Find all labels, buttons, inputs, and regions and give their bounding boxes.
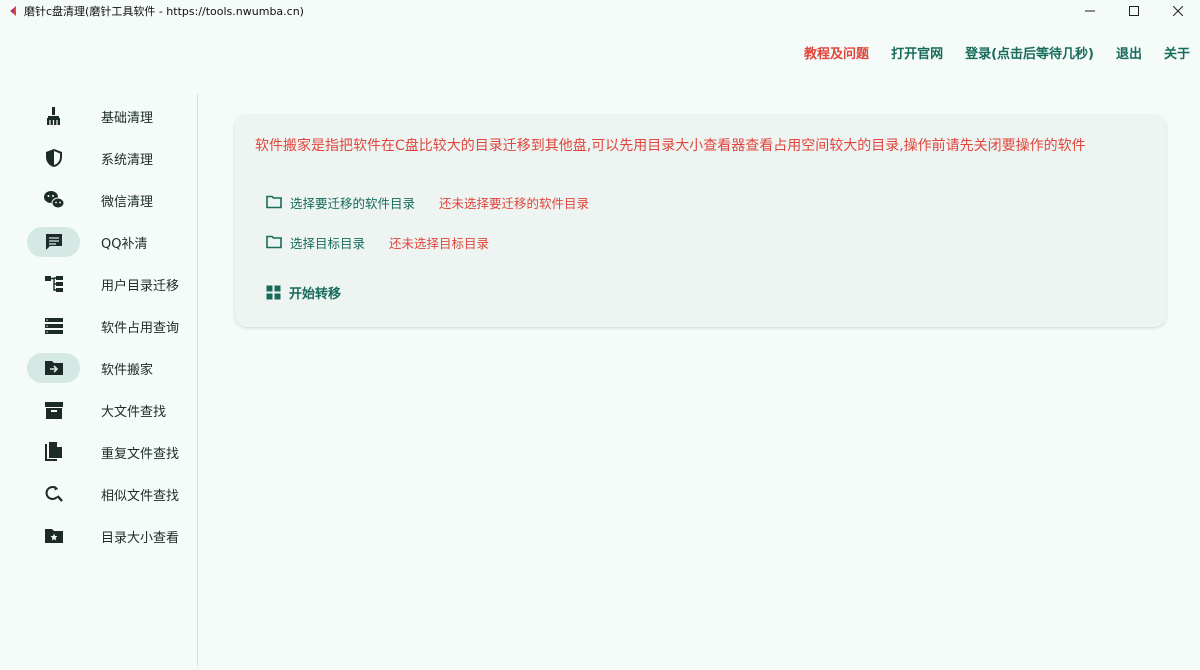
sidebar-item-label: 相似文件查找 [101,488,180,504]
minimize-icon [1085,10,1095,12]
sidebar-item-label: 软件搬家 [101,362,154,378]
target-dir-status: 还未选择目标目录 [389,235,490,251]
window-title: 磨针c盘清理(磨针工具软件 - https://tools.nwumba.cn) [24,5,304,18]
target-dir-row: 选择目标目录 还未选择目标目录 [266,230,489,254]
select-source-dir-label: 选择要迁移的软件目录 [290,195,416,211]
folder-move-icon [44,361,63,375]
sidebar-item-system-clean[interactable]: 系统清理 [0,142,197,174]
sidebar-item-large-file-find[interactable]: 大文件查找 [0,394,197,426]
sidebar-item-label: 软件占用查询 [101,320,180,336]
maximize-icon [1129,6,1139,16]
select-target-dir-button[interactable]: 选择目标目录 [266,233,365,252]
sidebar-item-wechat-clean[interactable]: 微信清理 [0,184,197,216]
select-target-dir-label: 选择目标目录 [290,235,366,251]
sidebar-item-similar-file-find[interactable]: 相似文件查找 [0,478,197,510]
nav-open-website-link[interactable]: 打开官网 [891,43,943,62]
app-logo-icon [4,2,22,20]
maximize-button[interactable] [1112,0,1156,22]
sidebar-item-user-dir-migrate[interactable]: 用户目录迁移 [0,268,197,300]
sidebar-item-dir-size-view[interactable]: 目录大小查看 [0,520,197,552]
nav-tutorial-link[interactable]: 教程及问题 [804,43,869,62]
sidebar-item-software-move[interactable]: 软件搬家 [0,352,197,384]
start-transfer-button[interactable]: 开始转移 [266,283,341,302]
folder-outline-icon [266,235,282,249]
sidebar-item-label: 重复文件查找 [101,446,180,462]
sidebar-item-label: 大文件查找 [101,404,167,420]
grid-icon [266,285,281,299]
software-move-panel: 软件搬家是指把软件在C盘比较大的目录迁移到其他盘,可以先用目录大小查看器查看占用… [235,115,1166,327]
list-icon [44,318,63,334]
shield-icon [45,149,62,167]
find-replace-icon [45,486,63,502]
sidebar-item-label: 微信清理 [101,194,154,210]
sidebar-item-basic-clean[interactable]: 基础清理 [0,100,197,132]
sidebar-item-duplicate-file-find[interactable]: 重复文件查找 [0,436,197,468]
description-text: 软件搬家是指把软件在C盘比较大的目录迁移到其他盘,可以先用目录大小查看器查看占用… [255,138,1086,154]
chat-bubble-icon [45,234,62,250]
archive-icon [44,402,63,419]
sidebar-item-label: QQ补清 [101,236,148,252]
minimize-button[interactable] [1068,0,1112,22]
folder-outline-icon [266,195,282,209]
nav-login-link[interactable]: 登录(点击后等待几秒) [965,43,1094,62]
select-source-dir-button[interactable]: 选择要迁移的软件目录 [266,193,415,212]
sidebar-item-label: 系统清理 [101,152,154,168]
sidebar-item-label: 用户目录迁移 [101,278,180,294]
title-bar: 磨针c盘清理(磨针工具软件 - https://tools.nwumba.cn) [0,0,1200,22]
start-row: 开始转移 [266,280,341,304]
close-icon [1173,6,1183,16]
sidebar-item-software-usage[interactable]: 软件占用查询 [0,310,197,342]
wechat-icon [43,191,64,209]
copy-file-icon [44,442,62,461]
folder-star-icon [44,529,63,543]
close-button[interactable] [1156,0,1200,22]
nav-logout-link[interactable]: 退出 [1116,43,1142,62]
start-transfer-label: 开始转移 [289,286,342,302]
sidebar-item-label: 目录大小查看 [101,530,180,546]
sidebar-item-qq-clean[interactable]: QQ补清 [0,226,197,258]
nav-about-link[interactable]: 关于 [1164,43,1190,62]
sidebar: 基础清理 系统清理 微信清理 QQ补清 用户目录迁移 软件占用查询 软件搬家 大… [0,94,198,666]
source-dir-status: 还未选择要迁移的软件目录 [439,195,590,211]
sidebar-item-label: 基础清理 [101,110,154,126]
broom-icon [46,107,60,125]
top-nav: 教程及问题 打开官网 登录(点击后等待几秒) 退出 关于 [782,40,1190,64]
source-dir-row: 选择要迁移的软件目录 还未选择要迁移的软件目录 [266,190,589,214]
tree-icon [44,276,63,292]
